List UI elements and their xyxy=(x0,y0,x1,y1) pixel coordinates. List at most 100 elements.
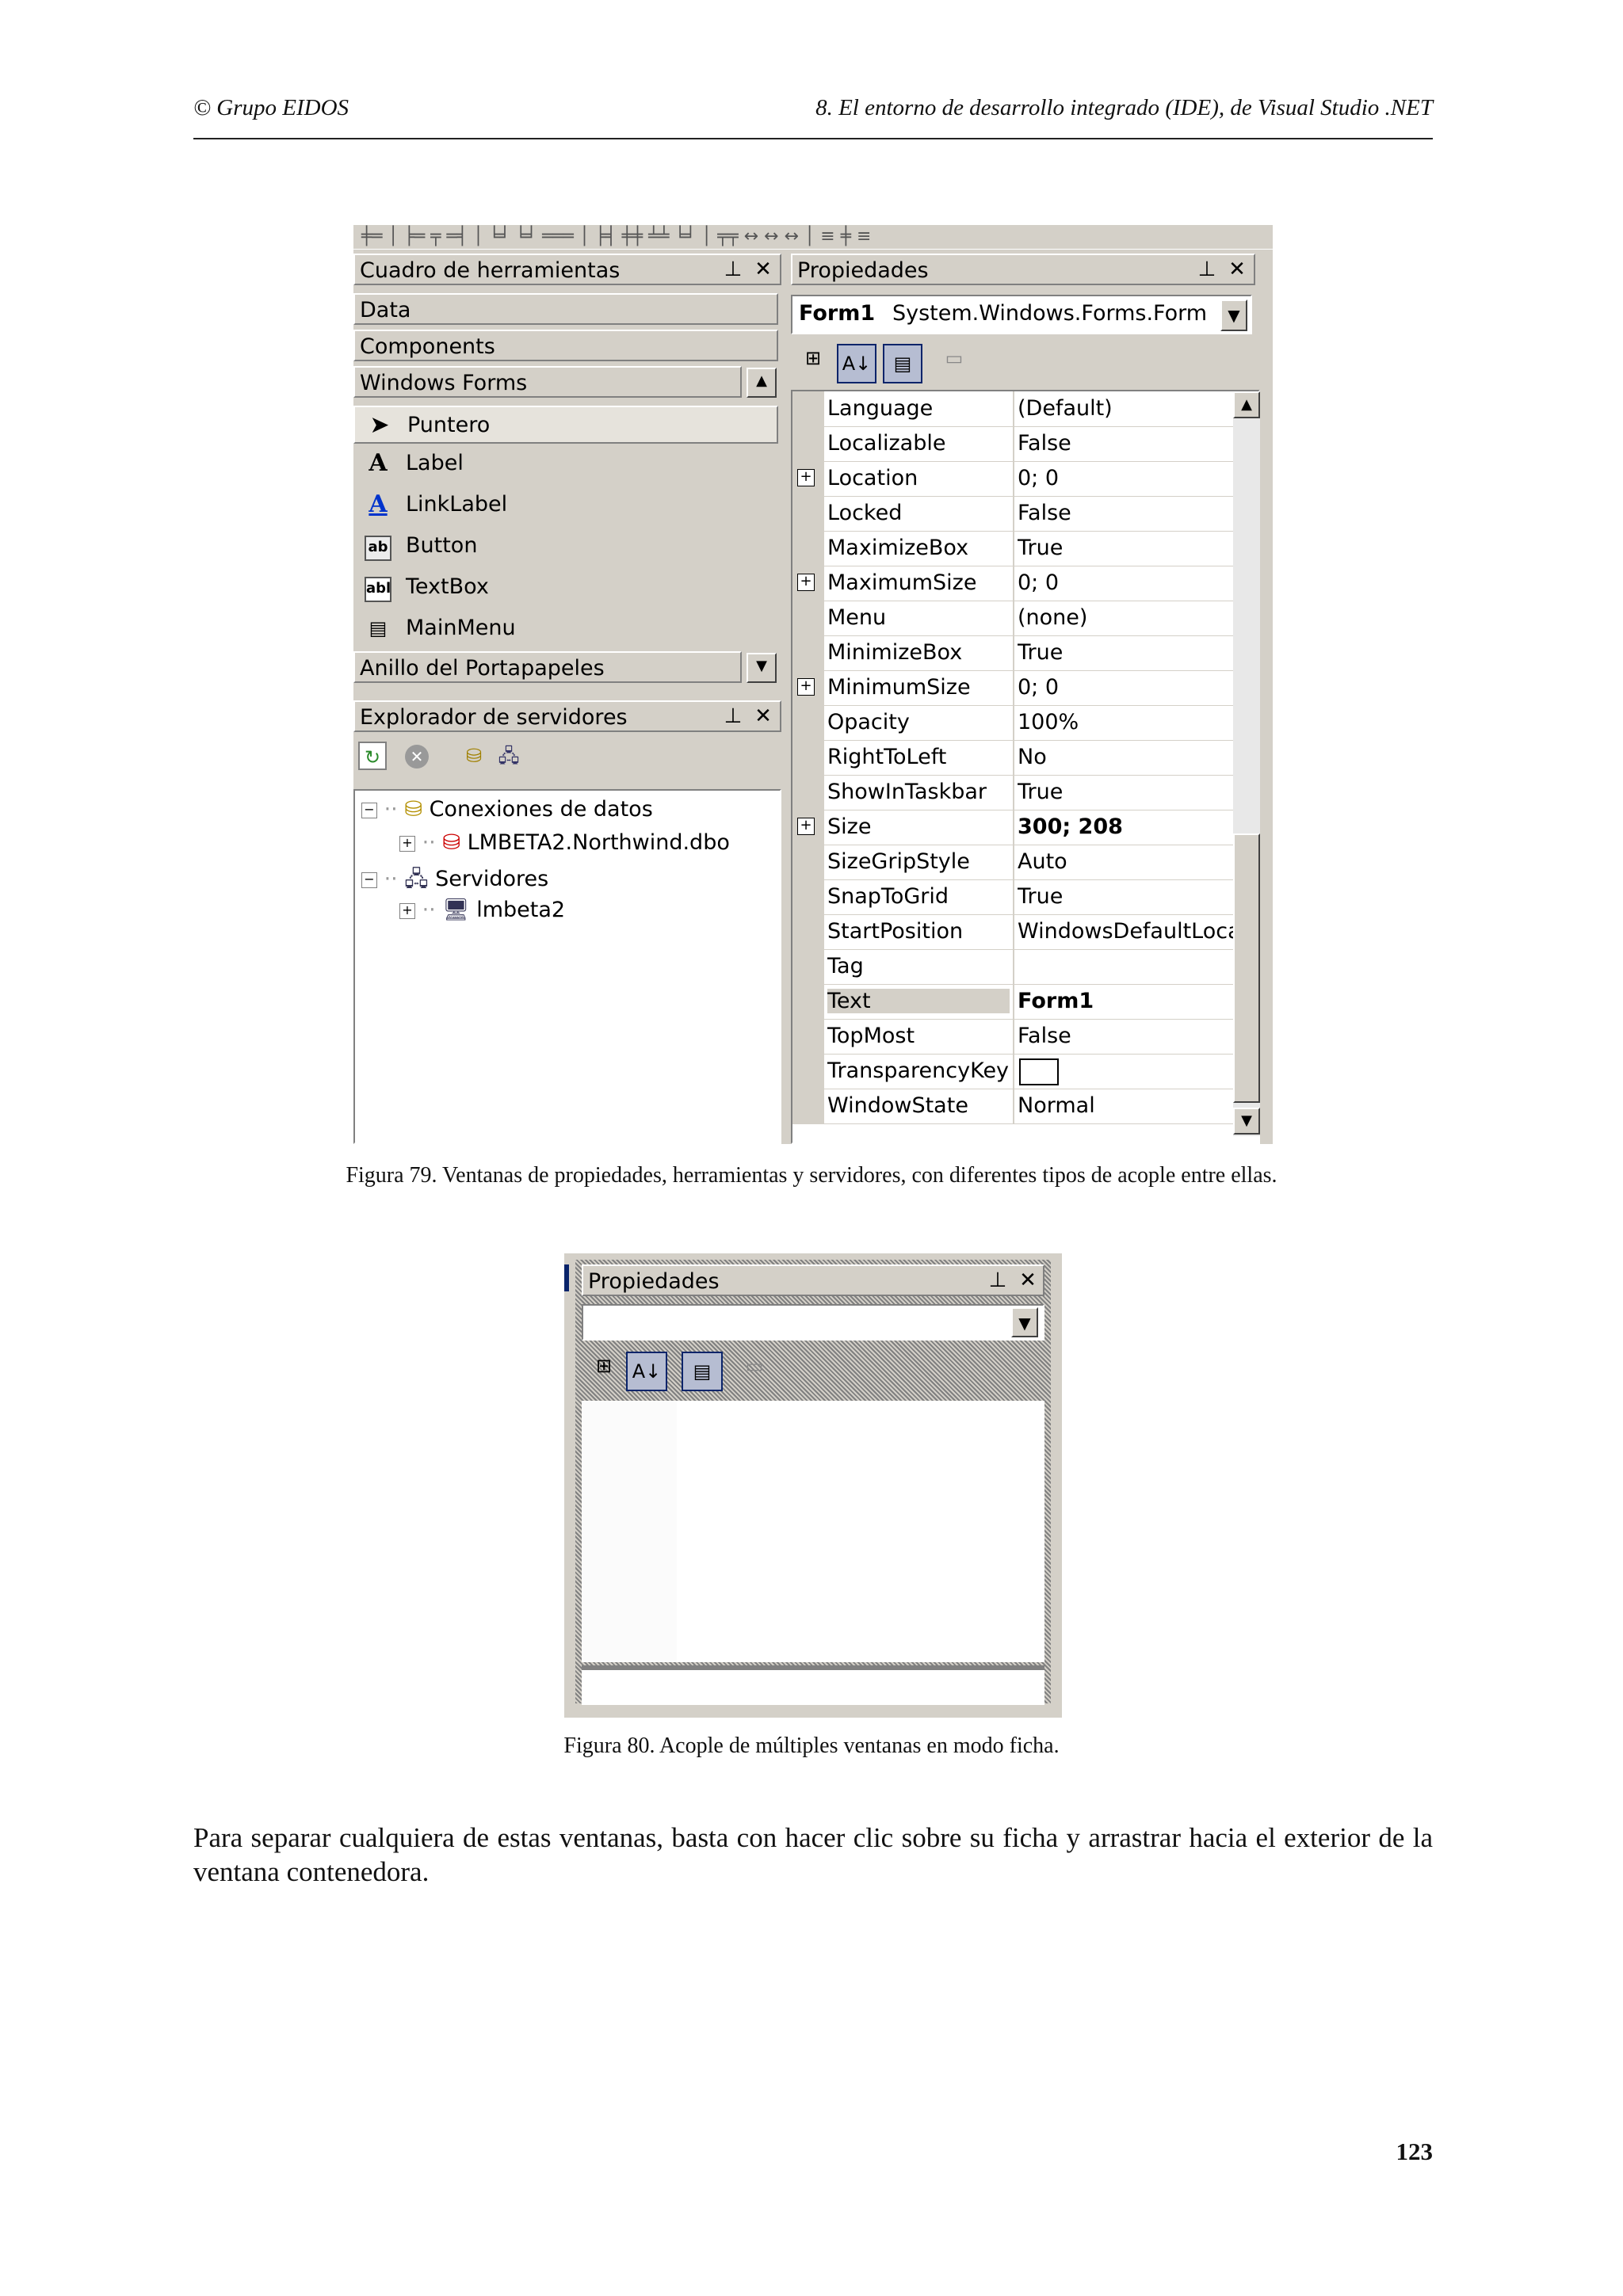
property-value[interactable]: True xyxy=(1018,884,1233,909)
property-value[interactable]: 100% xyxy=(1018,710,1233,734)
property-row-localizable[interactable]: Localizable False xyxy=(792,426,1233,462)
scroll-down-button[interactable]: ▼ xyxy=(747,653,777,683)
toolbox-item-mainmenu[interactable]: ▤ MainMenu xyxy=(353,610,778,648)
alphabetical-sort-icon[interactable]: A↓ xyxy=(626,1352,667,1391)
property-value[interactable]: True xyxy=(1018,536,1233,560)
expand-icon[interactable]: + xyxy=(797,818,815,835)
expand-icon[interactable]: + xyxy=(797,678,815,696)
property-row-windowstate[interactable]: WindowState Normal xyxy=(792,1089,1233,1124)
property-row-location[interactable]: + Location 0; 0 xyxy=(792,461,1233,497)
close-icon[interactable]: ✕ xyxy=(751,704,775,729)
property-row-maximumsize[interactable]: + MaximumSize 0; 0 xyxy=(792,566,1233,601)
property-value[interactable]: False xyxy=(1018,501,1233,525)
property-row-text[interactable]: Text Form1 xyxy=(792,984,1233,1020)
db-connection-error-icon: ⛁ xyxy=(442,830,460,855)
property-row-topmost[interactable]: TopMost False xyxy=(792,1019,1233,1055)
property-row-size[interactable]: + Size 300; 208 xyxy=(792,810,1233,845)
close-icon[interactable]: ✕ xyxy=(1016,1268,1040,1293)
property-row-showintaskbar[interactable]: ShowInTaskbar True xyxy=(792,775,1233,810)
scroll-thumb[interactable] xyxy=(1233,833,1260,1103)
property-row-snaptogrid[interactable]: SnapToGrid True xyxy=(792,879,1233,915)
property-row-righttoleft[interactable]: RightToLeft No xyxy=(792,740,1233,776)
properties-title-bar[interactable]: Propiedades ⊥ ✕ xyxy=(582,1264,1044,1296)
property-value[interactable]: Form1 xyxy=(1018,989,1233,1013)
pin-icon[interactable]: ⊥ xyxy=(1195,257,1219,282)
property-pages-icon[interactable]: ▭ xyxy=(739,1352,770,1391)
property-row-minimumsize[interactable]: + MinimumSize 0; 0 xyxy=(792,670,1233,706)
property-value[interactable]: WindowsDefaultLocat xyxy=(1018,919,1233,944)
property-value[interactable]: 300; 208 xyxy=(1018,814,1233,839)
property-value[interactable]: 0; 0 xyxy=(1018,675,1233,700)
toolbox-item-label[interactable]: A Label xyxy=(353,445,778,483)
property-value[interactable]: False xyxy=(1018,431,1233,456)
stop-icon[interactable]: ✕ xyxy=(403,742,431,770)
object-selector-combo[interactable]: ▼ xyxy=(582,1304,1044,1341)
expand-icon[interactable]: + xyxy=(399,902,415,919)
pin-icon[interactable]: ⊥ xyxy=(986,1268,1010,1293)
connect-database-icon[interactable]: ⛁ xyxy=(460,742,488,770)
tree-node-servers[interactable]: − ·· 🖧 Servidores xyxy=(361,864,548,900)
tree-node-northwind[interactable]: + ·· ⛁ LMBETA2.Northwind.dbo xyxy=(399,830,730,855)
toolbox-item-linklabel[interactable]: A LinkLabel xyxy=(353,486,778,524)
toolbox-tab-data[interactable]: Data xyxy=(353,293,778,325)
docked-tab-strip[interactable] xyxy=(582,1665,1044,1705)
property-pages-icon[interactable]: ▭ xyxy=(938,344,970,383)
property-row-language[interactable]: Language (Default) xyxy=(792,391,1233,427)
toolbox-tab-windows-forms[interactable]: Windows Forms xyxy=(353,366,742,398)
property-value[interactable]: True xyxy=(1018,780,1233,804)
property-value[interactable]: Auto xyxy=(1018,849,1233,874)
property-row-locked[interactable]: Locked False xyxy=(792,496,1233,532)
categorized-icon[interactable]: ⊞ xyxy=(797,344,829,383)
properties-view-icon[interactable]: ▤ xyxy=(883,344,922,383)
toolbox-item-textbox[interactable]: abl TextBox xyxy=(353,569,778,607)
properties-title-bar[interactable]: Propiedades ⊥ ✕ xyxy=(791,254,1255,285)
properties-view-icon[interactable]: ▤ xyxy=(682,1352,723,1391)
expand-icon[interactable]: + xyxy=(797,574,815,591)
property-value[interactable]: Normal xyxy=(1018,1093,1233,1118)
server-explorer-title-bar[interactable]: Explorador de servidores ⊥ ✕ xyxy=(353,700,781,732)
property-value[interactable]: False xyxy=(1018,1024,1233,1048)
chevron-down-icon[interactable]: ▼ xyxy=(1011,1307,1038,1337)
collapse-icon[interactable]: − xyxy=(361,871,377,888)
property-value[interactable]: 0; 0 xyxy=(1018,570,1233,595)
toolbox-tab-components[interactable]: Components xyxy=(353,330,778,361)
color-swatch[interactable] xyxy=(1019,1058,1059,1085)
toolbox-item-button[interactable]: ab Button xyxy=(353,528,778,566)
connect-server-icon[interactable]: 🖧 xyxy=(495,742,523,770)
property-row-tag[interactable]: Tag xyxy=(792,949,1233,985)
property-value[interactable]: True xyxy=(1018,640,1233,665)
pin-icon[interactable]: ⊥ xyxy=(721,257,745,282)
property-value[interactable]: (Default) xyxy=(1018,396,1233,421)
close-icon[interactable]: ✕ xyxy=(1225,257,1249,282)
tree-node-lmbeta2[interactable]: + ·· 🖥 lmbeta2 xyxy=(399,897,565,922)
collapse-icon[interactable]: − xyxy=(361,802,377,818)
property-value[interactable]: No xyxy=(1018,745,1233,769)
refresh-icon[interactable]: ↻ xyxy=(358,742,387,770)
scroll-up-button[interactable]: ▲ xyxy=(1233,391,1260,418)
property-value[interactable]: 0; 0 xyxy=(1018,466,1233,490)
property-row-transparencykey[interactable]: TransparencyKey xyxy=(792,1054,1233,1089)
scroll-down-button[interactable]: ▼ xyxy=(1233,1108,1260,1135)
property-row-maximizebox[interactable]: MaximizeBox True xyxy=(792,531,1233,566)
property-value[interactable]: (none) xyxy=(1018,605,1233,630)
chevron-down-icon[interactable]: ▼ xyxy=(1220,299,1247,331)
categorized-icon[interactable]: ⊞ xyxy=(588,1352,620,1391)
property-row-minimizebox[interactable]: MinimizeBox True xyxy=(792,635,1233,671)
expand-icon[interactable]: + xyxy=(797,469,815,486)
scroll-up-button[interactable]: ▲ xyxy=(747,368,777,398)
vertical-scrollbar[interactable]: ▲ ▼ xyxy=(1233,391,1260,1136)
toolbox-tab-clipboard-ring[interactable]: Anillo del Portapapeles xyxy=(353,651,742,683)
property-row-menu[interactable]: Menu (none) xyxy=(792,601,1233,636)
object-selector-combo[interactable]: Form1 System.Windows.Forms.Form ▼ xyxy=(791,295,1252,334)
label-icon: A xyxy=(369,449,388,477)
property-row-startposition[interactable]: StartPosition WindowsDefaultLocat xyxy=(792,914,1233,950)
pin-icon[interactable]: ⊥ xyxy=(721,704,745,729)
close-icon[interactable]: ✕ xyxy=(751,257,775,282)
expand-icon[interactable]: + xyxy=(399,835,415,852)
property-row-opacity[interactable]: Opacity 100% xyxy=(792,705,1233,741)
property-row-sizegripstyle[interactable]: SizeGripStyle Auto xyxy=(792,845,1233,880)
toolbox-item-pointer[interactable]: ➤ Puntero xyxy=(353,406,778,444)
toolbox-title-bar[interactable]: Cuadro de herramientas ⊥ ✕ xyxy=(353,254,781,285)
tree-node-data-connections[interactable]: − ·· ⛁ Conexiones de datos xyxy=(361,797,653,822)
alphabetical-sort-icon[interactable]: A↓ xyxy=(837,344,876,383)
